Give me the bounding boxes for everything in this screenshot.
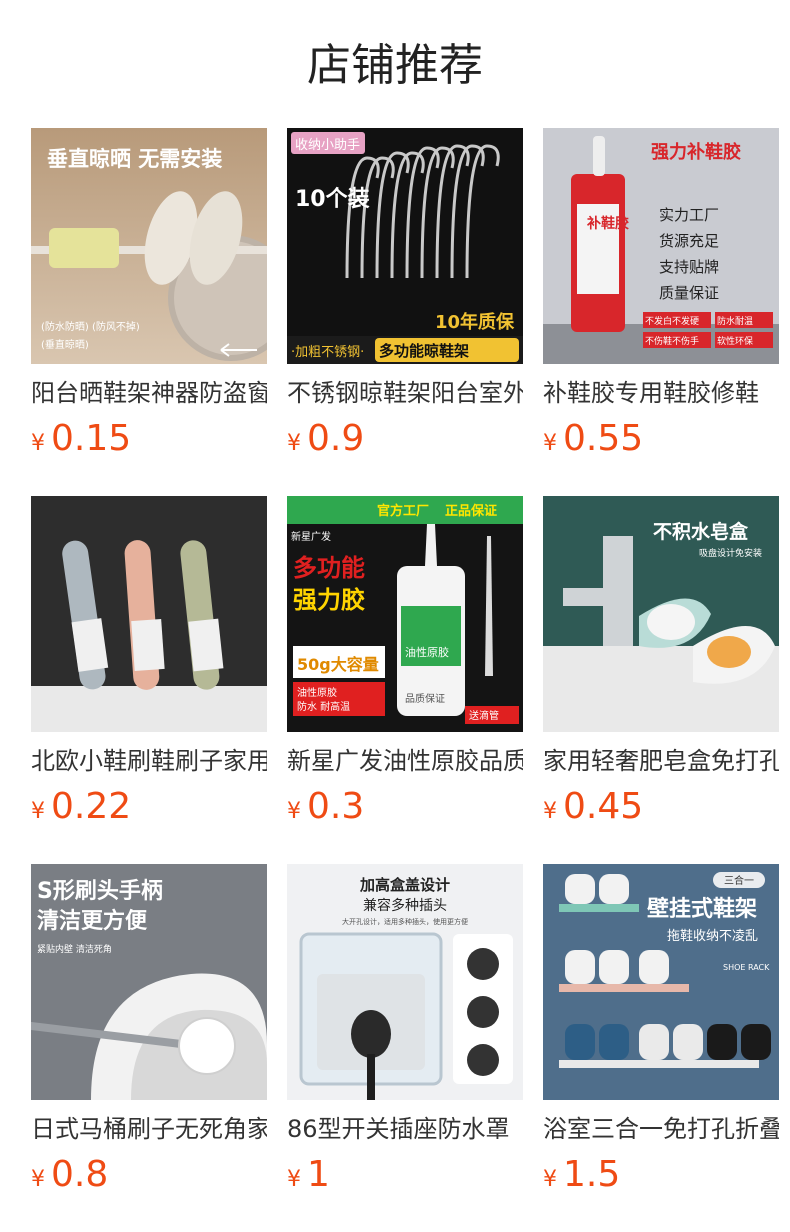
currency-symbol: ¥ [287,1167,301,1192]
product-card[interactable]: 官方工厂 正品保证 新星广发 多功能 强力胶 50g大容量 油性原胶 防水 耐高… [287,496,523,835]
product-price: ¥0.8 [31,1152,267,1203]
price-value: 0.15 [51,418,132,459]
svg-text:油性原胶: 油性原胶 [297,686,337,699]
product-card[interactable]: S形刷头手柄 清洁更方便 紧贴内壁 清洁死角 日式马桶刷子无死角家用 ¥0.8 [31,864,267,1203]
svg-text:10个装: 10个装 [295,187,370,212]
product-image[interactable]: 收纳小助手 10个装 10年质保 ·加粗不锈钢· 多功能晾鞋架 [287,128,523,364]
svg-text:兼容多种插头: 兼容多种插头 [363,897,447,914]
svg-text:不积水皂盒: 不积水皂盒 [653,520,749,543]
svg-text:(防水防晒) (防风不掉): (防水防晒) (防风不掉) [41,320,140,333]
svg-text:正品保证: 正品保证 [445,503,497,519]
price-value: 1 [307,1154,330,1195]
svg-text:紧贴内壁 清洁死角: 紧贴内壁 清洁死角 [37,943,112,955]
product-price: ¥0.9 [287,416,523,467]
svg-text:强力补鞋胶: 强力补鞋胶 [651,141,741,163]
svg-text:SHOE RACK: SHOE RACK [723,963,770,972]
product-image[interactable]: 垂直晾晒 无需安装 (防水防晒) (防风不掉) (垂直晾晒) [31,128,267,364]
svg-text:垂直晾晒 无需安装: 垂直晾晒 无需安装 [47,147,222,171]
currency-symbol: ¥ [543,1167,557,1192]
svg-text:10年质保: 10年质保 [435,311,515,333]
svg-text:新星广发: 新星广发 [291,530,331,543]
svg-text:收纳小助手: 收纳小助手 [295,138,360,153]
svg-text:不发白不发硬: 不发白不发硬 [645,315,699,327]
product-card[interactable]: 加高盒盖设计 兼容多种插头 大开孔设计，适用多种插头，使用更方便 86型开关插座… [287,864,523,1203]
svg-text:软性环保: 软性环保 [717,335,753,347]
product-card[interactable]: 不积水皂盒 吸盘设计免安装 家用轻奢肥皂盒免打孔 ¥0.45 [543,496,779,835]
svg-text:补鞋胶: 补鞋胶 [586,215,629,232]
price-value: 1.5 [563,1154,621,1195]
price-value: 0.8 [51,1154,109,1195]
svg-text:官方工厂: 官方工厂 [377,503,429,519]
product-name[interactable]: 86型开关插座防水罩 [287,1112,523,1146]
svg-text:多功能晾鞋架: 多功能晾鞋架 [379,342,469,360]
currency-symbol: ¥ [287,431,301,456]
currency-symbol: ¥ [543,799,557,824]
svg-text:加高盒盖设计: 加高盒盖设计 [359,876,450,894]
svg-text:品质保证: 品质保证 [405,692,445,705]
product-card[interactable]: 垂直晾晒 无需安装 (防水防晒) (防风不掉) (垂直晾晒) 阳台晒鞋架神器防盗… [31,128,267,467]
product-card[interactable]: 补鞋胶 强力补鞋胶 实力工厂 货源充足 支持贴牌 质量保证 不发白不发硬 防水耐… [543,128,779,467]
product-card[interactable]: 北欧小鞋刷鞋刷子家用 ¥0.22 [31,496,267,835]
product-name[interactable]: 浴室三合一免打孔折叠 [543,1112,779,1146]
product-name[interactable]: 日式马桶刷子无死角家用 [31,1112,267,1146]
price-value: 0.45 [563,786,644,827]
product-card[interactable]: 三合一 壁挂式鞋架 拖鞋收纳不凌乱 SHOE RACK 浴室三合一免打孔折叠 ¥… [543,864,779,1203]
svg-text:(垂直晾晒): (垂直晾晒) [41,338,89,351]
product-image[interactable] [31,496,267,732]
product-image[interactable]: 三合一 壁挂式鞋架 拖鞋收纳不凌乱 SHOE RACK [543,864,779,1100]
svg-text:实力工厂: 实力工厂 [659,206,719,224]
price-value: 0.9 [307,418,365,459]
product-price: ¥0.45 [543,784,779,835]
price-value: 0.22 [51,786,132,827]
svg-text:50g大容量: 50g大容量 [297,655,379,674]
currency-symbol: ¥ [543,431,557,456]
product-price: ¥0.15 [31,416,267,467]
currency-symbol: ¥ [31,1167,45,1192]
product-name[interactable]: 补鞋胶专用鞋胶修鞋 [543,376,779,410]
price-value: 0.55 [563,418,644,459]
svg-text:强力胶: 强力胶 [293,586,365,614]
product-image[interactable]: 不积水皂盒 吸盘设计免安装 [543,496,779,732]
product-price: ¥0.55 [543,416,779,467]
svg-text:质量保证: 质量保证 [659,284,719,302]
currency-symbol: ¥ [287,799,301,824]
product-card[interactable]: 收纳小助手 10个装 10年质保 ·加粗不锈钢· 多功能晾鞋架 不锈钢晾鞋架阳台… [287,128,523,467]
product-image[interactable]: 补鞋胶 强力补鞋胶 实力工厂 货源充足 支持贴牌 质量保证 不发白不发硬 防水耐… [543,128,779,364]
currency-symbol: ¥ [31,799,45,824]
product-name[interactable]: 阳台晒鞋架神器防盗窗 [31,376,267,410]
svg-text:不伤鞋不伤手: 不伤鞋不伤手 [645,335,699,347]
svg-text:油性原胶: 油性原胶 [405,645,449,659]
svg-text:·加粗不锈钢·: ·加粗不锈钢· [291,345,364,360]
product-image[interactable]: S形刷头手柄 清洁更方便 紧贴内壁 清洁死角 [31,864,267,1100]
svg-text:S形刷头手柄: S形刷头手柄 [37,879,163,904]
page-title: 店铺推荐 [307,40,483,91]
svg-text:防水耐温: 防水耐温 [717,315,753,327]
product-price: ¥1.5 [543,1152,779,1203]
svg-text:三合一: 三合一 [724,874,754,887]
svg-text:拖鞋收纳不凌乱: 拖鞋收纳不凌乱 [667,928,758,944]
svg-text:支持贴牌: 支持贴牌 [659,258,719,276]
svg-text:大开孔设计，适用多种插头，使用更方便: 大开孔设计，适用多种插头，使用更方便 [342,917,468,926]
product-name[interactable]: 不锈钢晾鞋架阳台室外 [287,376,523,410]
svg-text:清洁更方便: 清洁更方便 [37,908,148,934]
currency-symbol: ¥ [31,431,45,456]
svg-text:货源充足: 货源充足 [659,232,719,250]
svg-text:壁挂式鞋架: 壁挂式鞋架 [647,896,757,922]
product-price: ¥0.22 [31,784,267,835]
product-price: ¥1 [287,1152,523,1203]
product-price: ¥0.3 [287,784,523,835]
svg-text:送滴管: 送滴管 [469,709,499,722]
price-value: 0.3 [307,786,365,827]
product-image[interactable]: 官方工厂 正品保证 新星广发 多功能 强力胶 50g大容量 油性原胶 防水 耐高… [287,496,523,732]
product-image[interactable]: 加高盒盖设计 兼容多种插头 大开孔设计，适用多种插头，使用更方便 [287,864,523,1100]
product-name[interactable]: 家用轻奢肥皂盒免打孔 [543,744,779,778]
svg-text:多功能: 多功能 [293,554,365,582]
product-name[interactable]: 新星广发油性原胶品质 [287,744,523,778]
product-name[interactable]: 北欧小鞋刷鞋刷子家用 [31,744,267,778]
svg-text:防水 耐高温: 防水 耐高温 [297,700,350,713]
svg-text:吸盘设计免安装: 吸盘设计免安装 [699,547,762,559]
